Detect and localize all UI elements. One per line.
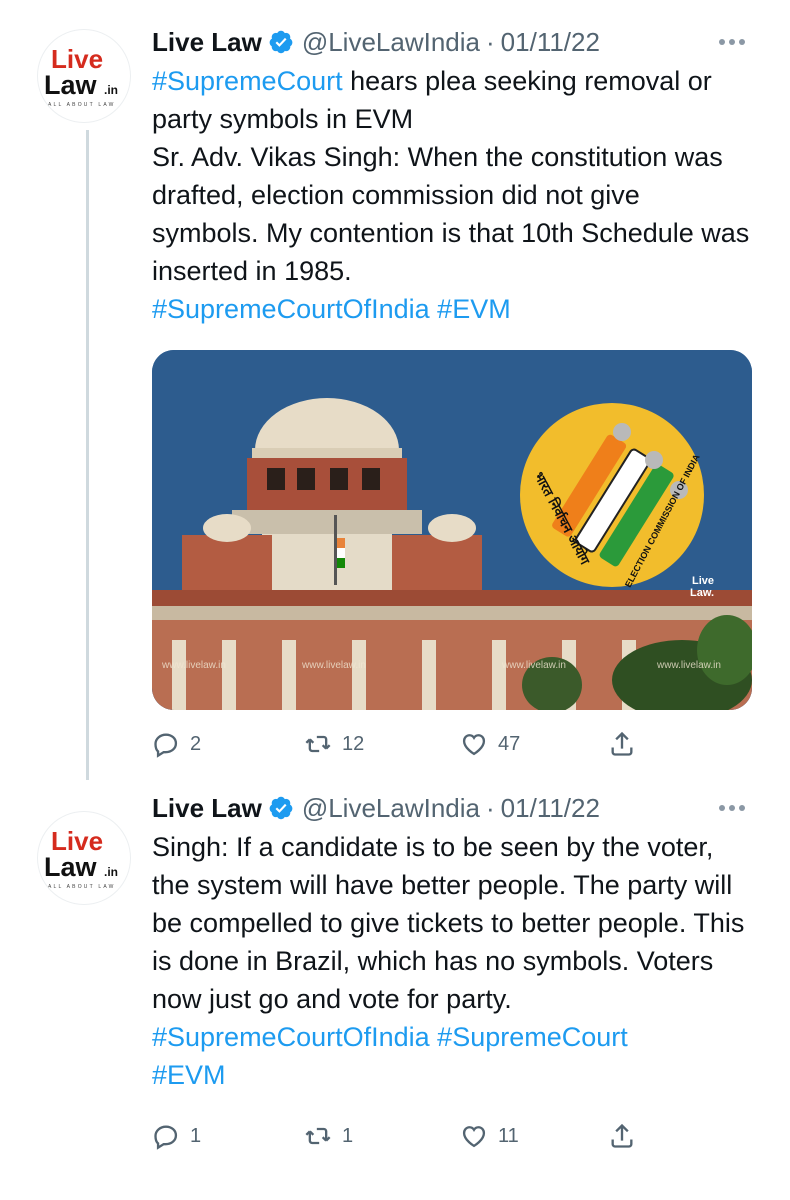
hashtag-link[interactable]: #EVM xyxy=(437,294,511,324)
retweet-icon xyxy=(305,1127,331,1145)
tweet-body: Singh: If a candidate is to be seen by t… xyxy=(152,832,745,1014)
tweet-header: Live Law @LiveLawIndia · 01/11/22 xyxy=(152,788,752,828)
tweet-header: Live Law @LiveLawIndia · 01/11/22 xyxy=(152,22,752,62)
reply-icon xyxy=(154,733,178,758)
hashtag-link[interactable]: #SupremeCourt xyxy=(437,1022,628,1052)
share-button[interactable] xyxy=(608,1122,636,1150)
like-icon xyxy=(462,1126,486,1148)
author-name[interactable]: Live Law xyxy=(152,27,262,58)
tweet-text: Singh: If a candidate is to be seen by t… xyxy=(152,828,752,1094)
retweet-button[interactable]: 1 xyxy=(304,1122,460,1150)
retweet-icon xyxy=(305,735,331,753)
header-separator: · xyxy=(486,792,495,823)
hashtag-link[interactable]: #SupremeCourt xyxy=(152,66,343,96)
like-icon xyxy=(462,734,486,756)
avatar-logo-tagline: ALL ABOUT LAW xyxy=(48,102,116,108)
share-button[interactable] xyxy=(608,730,636,758)
avatar-logo-suffix: .in xyxy=(104,83,118,97)
retweet-count: 1 xyxy=(342,1124,354,1147)
author-handle[interactable]: @LiveLawIndia xyxy=(302,27,480,58)
tweet-content: Live Law @LiveLawIndia · 01/11/22 #Supre… xyxy=(152,22,752,764)
verified-badge-icon xyxy=(269,796,293,820)
tweet-media-image[interactable]: www.livelaw.in www.livelaw.in www.livela… xyxy=(152,350,752,710)
avatar-logo-law: Law xyxy=(44,852,98,882)
author-name[interactable]: Live Law xyxy=(152,793,262,824)
tweet-2[interactable]: Live Law .in ALL ABOUT LAW Live Law @Liv… xyxy=(0,780,790,1200)
like-count: 11 xyxy=(498,1124,519,1147)
reply-button[interactable]: 2 xyxy=(152,730,304,758)
share-icon xyxy=(611,731,633,756)
tweet-actions: 2 12 47 xyxy=(152,724,752,764)
verified-badge-icon xyxy=(269,30,293,54)
avatar[interactable]: Live Law .in ALL ABOUT LAW xyxy=(38,30,130,122)
tweet-content: Live Law @LiveLawIndia · 01/11/22 Singh:… xyxy=(152,788,752,1156)
avatar-logo-tagline: ALL ABOUT LAW xyxy=(48,884,116,890)
reply-count: 1 xyxy=(190,1124,202,1147)
hashtag-link[interactable]: #SupremeCourtOfIndia xyxy=(152,1022,430,1052)
tweet-text: #SupremeCourt hears plea seeking removal… xyxy=(152,62,752,328)
like-button[interactable]: 11 xyxy=(460,1122,608,1150)
like-count: 47 xyxy=(498,732,521,755)
retweet-button[interactable]: 12 xyxy=(304,730,460,758)
image-brand-live: Live xyxy=(692,575,714,587)
tweet-body: hears plea seeking removal or party symb… xyxy=(152,66,750,286)
tweet-1[interactable]: Live Law .in ALL ABOUT LAW Live Law @Liv… xyxy=(0,0,790,780)
avatar-logo-suffix: .in xyxy=(104,865,118,879)
tweet-actions: 1 1 11 xyxy=(152,1116,752,1156)
hashtag-link[interactable]: #SupremeCourtOfIndia xyxy=(152,294,430,324)
tweet-date[interactable]: 01/11/22 xyxy=(501,27,600,58)
reply-count: 2 xyxy=(190,732,202,755)
image-watermark: www.livelaw.in xyxy=(656,660,721,671)
more-options-icon[interactable] xyxy=(712,30,752,54)
avatar[interactable]: Live Law .in ALL ABOUT LAW xyxy=(38,812,130,904)
author-handle[interactable]: @LiveLawIndia xyxy=(302,793,480,824)
reply-icon xyxy=(154,1125,178,1150)
avatar-logo-law: Law xyxy=(44,70,98,100)
thread-connector-line xyxy=(86,130,89,780)
tweet-date[interactable]: 01/11/22 xyxy=(501,793,600,824)
image-brand-law: Law. xyxy=(690,587,714,599)
reply-button[interactable]: 1 xyxy=(152,1122,304,1150)
header-separator: · xyxy=(486,26,495,57)
image-watermark: www.livelaw.in xyxy=(501,660,566,671)
retweet-count: 12 xyxy=(342,732,365,755)
more-options-icon[interactable] xyxy=(712,796,752,820)
image-watermark: www.livelaw.in xyxy=(301,660,366,671)
like-button[interactable]: 47 xyxy=(460,730,608,758)
hashtag-link[interactable]: #EVM xyxy=(152,1060,226,1090)
image-watermark: www.livelaw.in xyxy=(161,660,226,671)
share-icon xyxy=(611,1123,633,1148)
